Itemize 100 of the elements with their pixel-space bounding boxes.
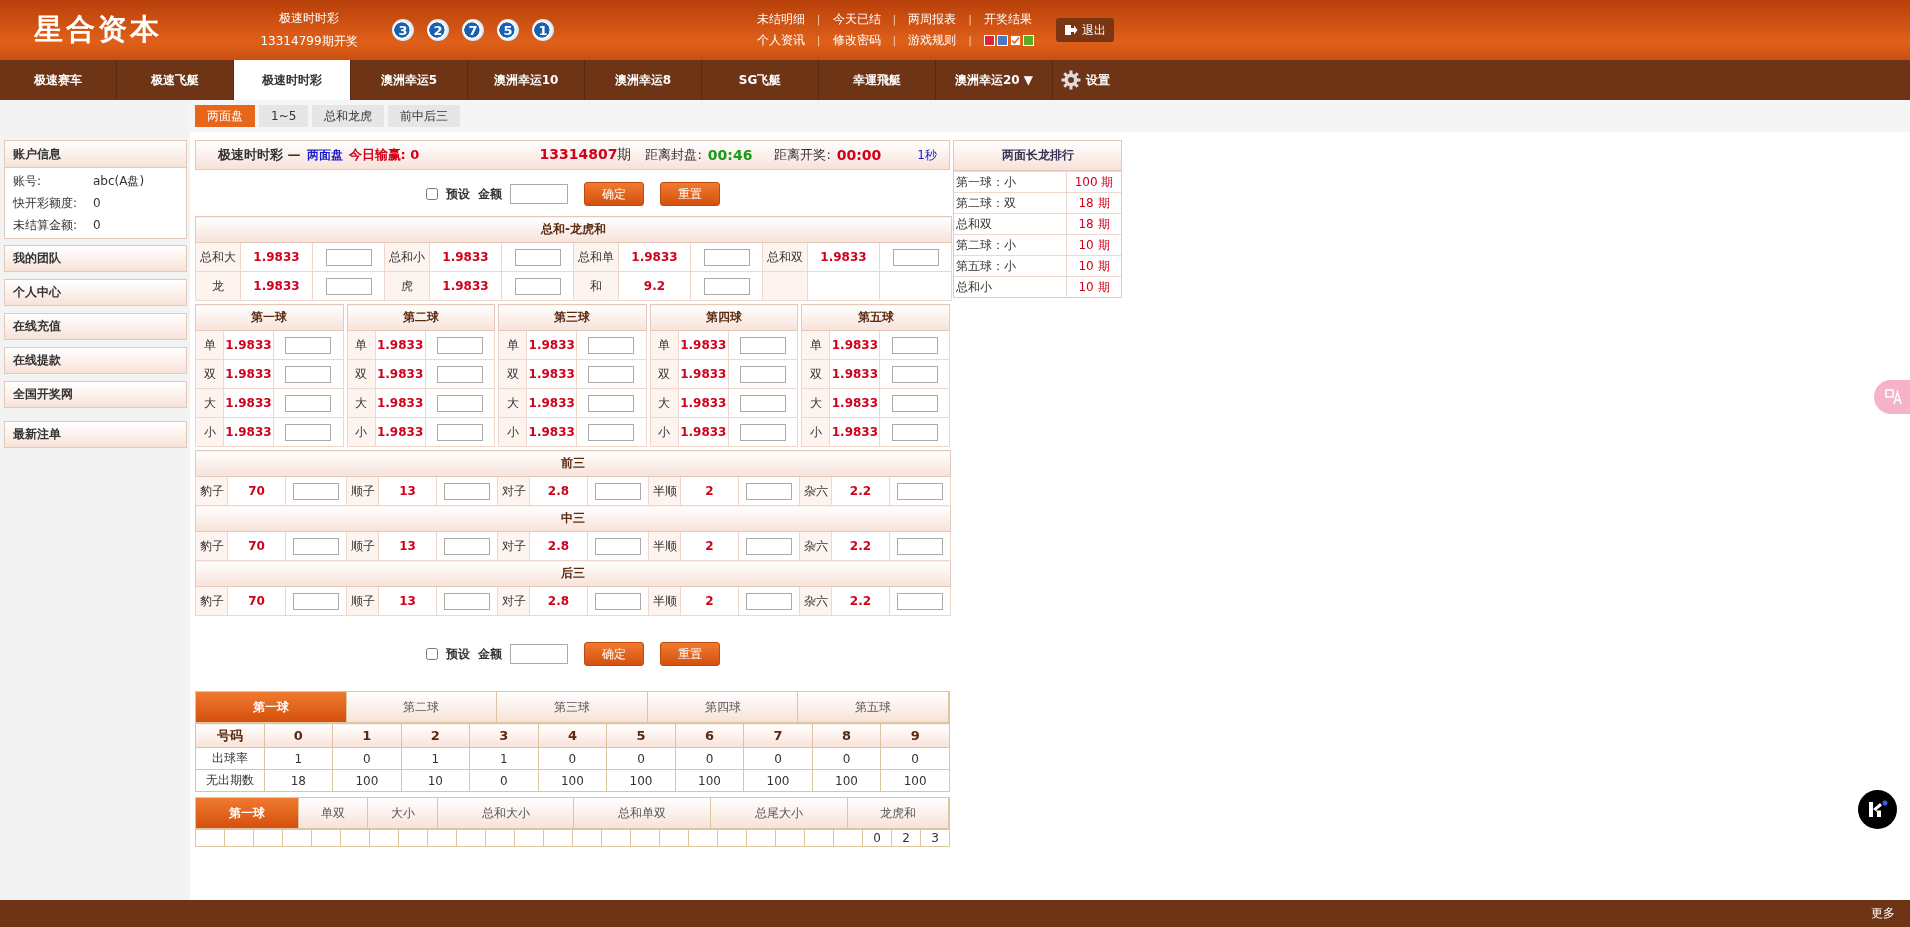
trend-tab[interactable]: 总和单双 (574, 798, 711, 828)
draw-number: 13314799期开奖 (260, 33, 358, 50)
bet-input[interactable] (892, 248, 939, 266)
bet-input[interactable] (746, 482, 792, 500)
bet-input[interactable] (746, 537, 792, 555)
bet-input[interactable] (891, 423, 938, 441)
trend-cell: 3 (920, 829, 950, 847)
preset-checkbox[interactable] (425, 188, 438, 200)
bet-input[interactable] (897, 482, 943, 500)
stats-tab[interactable]: 第四球 (647, 692, 799, 722)
result-ball: 7 (462, 19, 484, 41)
translate-icon[interactable] (1874, 380, 1910, 414)
bet-input[interactable] (436, 394, 483, 412)
bet-label: 单 (347, 330, 376, 360)
account-label: 账号: (13, 172, 43, 190)
bet-input[interactable] (746, 592, 792, 610)
assistant-icon[interactable] (1858, 790, 1897, 829)
bet-input[interactable] (740, 394, 787, 412)
bet-input[interactable] (293, 592, 339, 610)
settings-link[interactable]: 设置 (1061, 60, 1110, 100)
bet-input[interactable] (514, 277, 561, 295)
bet-input[interactable] (285, 365, 332, 383)
bet-input[interactable] (588, 365, 635, 383)
header-link[interactable]: 个人资讯 (756, 32, 805, 49)
bet-input[interactable] (293, 482, 339, 500)
bet-label: 小 (498, 417, 527, 447)
bet-input[interactable] (325, 248, 372, 266)
bet-input[interactable] (703, 248, 750, 266)
stats-tab[interactable]: 第三球 (497, 692, 648, 722)
table-cell: 10 (401, 769, 470, 792)
trend-tab[interactable]: 总和大小 (438, 798, 574, 828)
sidebar-item[interactable]: 在线充值 (4, 313, 187, 340)
bet-input[interactable] (891, 336, 938, 354)
bet-input[interactable] (740, 365, 787, 383)
bet-input[interactable] (897, 537, 943, 555)
trend-tab[interactable]: 总尾大小 (711, 798, 848, 828)
bet-input[interactable] (285, 394, 332, 412)
header-link[interactable]: 修改密码 (832, 32, 881, 49)
bet-input[interactable] (444, 592, 490, 610)
bet-input[interactable] (703, 277, 750, 295)
more-link[interactable]: 更多 (1871, 905, 1895, 922)
amount-field[interactable] (509, 644, 568, 664)
logout-button[interactable]: 退出 (1056, 18, 1114, 42)
trend-cell: 0 (862, 829, 892, 847)
bet-input[interactable] (436, 365, 483, 383)
bet-label: 双 (195, 359, 224, 389)
bet-input[interactable] (588, 336, 635, 354)
bet-input[interactable] (444, 482, 490, 500)
sidebar-item[interactable]: 在线提款 (4, 347, 187, 374)
header-link[interactable]: 开奖结果 (984, 11, 1032, 28)
sub-tab[interactable]: 前中后三 (388, 105, 461, 127)
stats-tab[interactable]: 第二球 (346, 692, 498, 722)
column-header: 8 (812, 723, 881, 748)
theme-swatch[interactable] (1010, 35, 1021, 46)
odds-value: 1.9833 (526, 417, 577, 447)
bet-input[interactable] (740, 336, 787, 354)
header-link[interactable]: 两周报表 (908, 11, 957, 28)
table-cell: 1 (401, 747, 470, 770)
confirm-button[interactable]: 确定 (583, 182, 644, 206)
header-link[interactable]: 未结明细 (756, 11, 805, 28)
trend-tab[interactable]: 龙虎和 (848, 798, 949, 828)
trend-tab[interactable]: 单双 (299, 798, 368, 828)
sidebar-item[interactable]: 全国开奖网 (4, 381, 187, 408)
bet-input[interactable] (897, 592, 943, 610)
bet-input[interactable] (285, 336, 332, 354)
nav-tab[interactable]: 极速时时彩 (234, 60, 351, 100)
odds-value: 2.2 (831, 476, 890, 506)
sidebar-item[interactable]: 我的团队 (4, 245, 187, 272)
bet-input[interactable] (740, 423, 787, 441)
odds-value: 1.9833 (829, 388, 880, 418)
bet-input[interactable] (595, 482, 641, 500)
odds-value: 1.9833 (526, 359, 577, 389)
bet-input[interactable] (285, 423, 332, 441)
bet-input[interactable] (588, 394, 635, 412)
header-link[interactable]: 今天已结 (832, 11, 881, 28)
bet-input[interactable] (436, 336, 483, 354)
bet-label: 大 (801, 388, 830, 418)
sub-tab[interactable]: 1~5 (259, 105, 309, 127)
bet-label: 小 (801, 417, 830, 447)
bet-input[interactable] (595, 592, 641, 610)
sub-tab[interactable]: 总和龙虎 (312, 105, 385, 127)
ranking-name: 总和双 (954, 214, 1067, 234)
confirm-button[interactable]: 确定 (583, 642, 644, 666)
sidebar-item[interactable]: 最新注单 (4, 421, 187, 448)
bet-input[interactable] (293, 537, 339, 555)
refresh-interval[interactable]: 1秒 (917, 146, 937, 164)
bet-input[interactable] (325, 277, 372, 295)
bet-input[interactable] (514, 248, 561, 266)
header-link[interactable]: 游戏规则 (908, 32, 957, 49)
bet-input[interactable] (444, 537, 490, 555)
bet-input[interactable] (588, 423, 635, 441)
bet-input[interactable] (891, 394, 938, 412)
preset-checkbox[interactable] (425, 648, 438, 660)
sidebar-item[interactable]: 个人中心 (4, 279, 187, 306)
bet-input[interactable] (436, 423, 483, 441)
bet-input[interactable] (595, 537, 641, 555)
trend-tab[interactable]: 大小 (368, 798, 438, 828)
bet-input[interactable] (891, 365, 938, 383)
amount-field[interactable] (509, 184, 568, 204)
stats-tab[interactable]: 第五球 (798, 692, 949, 722)
